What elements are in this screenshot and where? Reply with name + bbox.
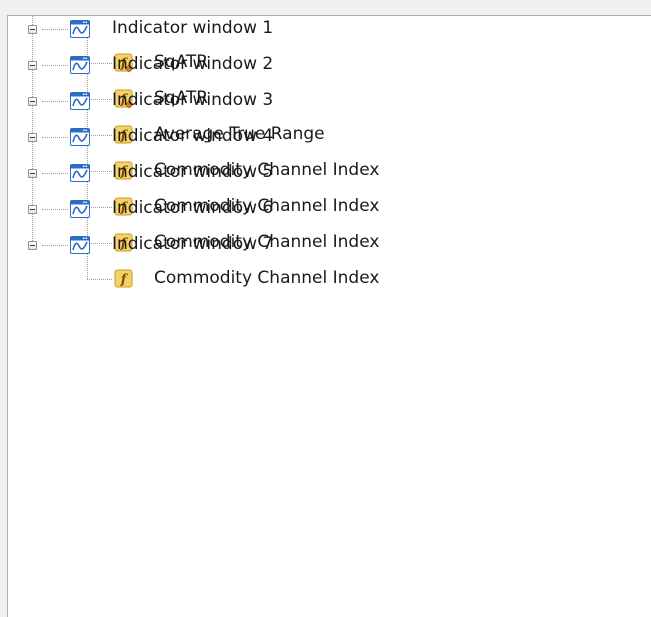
tree-connector [42,29,68,30]
tree-connector [42,101,68,102]
collapse-toggle[interactable] [28,133,37,142]
tree-connector [42,65,68,66]
tree-connector [42,209,68,210]
indicator-window-label[interactable]: Indicator window 7 [112,234,273,254]
collapse-toggle[interactable] [28,241,37,250]
collapse-toggle[interactable] [28,25,37,34]
tree-connector [42,173,68,174]
collapse-toggle[interactable] [28,97,37,106]
indicator-tree-panel: Indicator window 1 f SqATR Indicator window… [7,15,651,617]
indicator-label[interactable]: Commodity Channel Index [154,268,379,288]
collapse-toggle[interactable] [28,61,37,70]
collapse-toggle[interactable] [28,205,37,214]
indicator-window-label[interactable]: Indicator window 6 [112,198,273,218]
indicator-window-label[interactable]: Indicator window 4 [112,126,273,146]
indicator-window-label[interactable]: Indicator window 3 [112,90,273,110]
indicator-tree: Indicator window 1 f SqATR Indicator window… [8,16,651,617]
collapse-toggle[interactable] [28,169,37,178]
tree-connector [87,135,112,136]
tree-connector [87,99,112,100]
indicator-window-label[interactable]: Indicator window 1 [112,18,273,38]
tree-connector [42,245,68,246]
function-icon: f [114,269,134,293]
tree-connector [87,279,112,280]
tree-connector [87,243,112,244]
indicator-window-label[interactable]: Indicator window 2 [112,54,273,74]
indicator-window-label[interactable]: Indicator window 5 [112,162,273,182]
tree-connector [87,171,112,172]
tree-connector [42,137,68,138]
tree-connector [87,63,112,64]
tree-connector [87,207,112,208]
tree-branch-line [87,254,88,279]
